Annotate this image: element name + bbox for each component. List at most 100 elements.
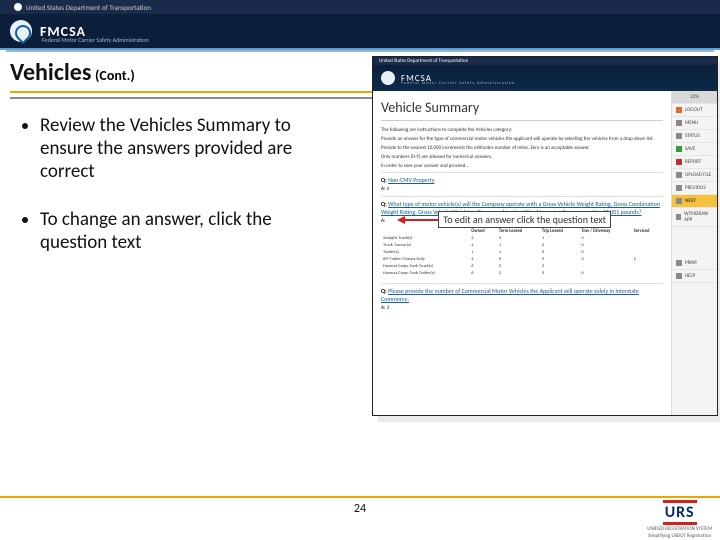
menu-button[interactable]: MENU <box>672 117 717 130</box>
withdraw-icon <box>676 214 681 220</box>
table-cell: 1 <box>540 235 580 242</box>
table-cell: 2 <box>469 256 497 263</box>
answer-value: 3 <box>387 305 390 311</box>
table-cell: 6 <box>469 270 497 277</box>
previous-button[interactable]: PREVIOUS <box>672 182 717 195</box>
label: WITHDRAW APP <box>684 211 713 223</box>
brand-header: FMCSA Federal Motor Carrier Safety Admin… <box>0 14 720 50</box>
answer-value: 6 <box>387 186 390 192</box>
logout-icon <box>676 107 682 113</box>
save-icon <box>676 146 682 152</box>
print-button[interactable]: PRINT <box>672 257 717 270</box>
save-button[interactable]: SAVE <box>672 143 717 156</box>
th: Owned <box>469 228 497 235</box>
table-row: Hazmat Cargo Tank Trailer(s)6230 <box>381 270 663 277</box>
q-label: Q: <box>381 200 387 208</box>
shot-main: Vehicle Summary The following are instru… <box>373 91 671 415</box>
label: SAVE <box>685 146 695 152</box>
table-cell: 0 <box>579 242 631 249</box>
table-cell: 1 <box>497 249 540 256</box>
urs-mark: URS <box>663 500 697 525</box>
help-button[interactable]: HELP <box>672 270 717 283</box>
shot-brand-sub: Federal Motor Carrier Safety Administrat… <box>401 81 515 86</box>
vs-p1: Provide an answer for the type of commer… <box>381 136 663 142</box>
logout-button[interactable]: LOGOUT <box>672 104 717 117</box>
q-label: Q: <box>381 176 387 184</box>
q-label: Q: <box>381 287 387 295</box>
table-cell: Hazmat Cargo Tank Trailer(s) <box>381 270 469 277</box>
table-cell: 5 <box>540 256 580 263</box>
table-cell: 0 <box>497 256 540 263</box>
table-cell: Truck Tractor(s) <box>381 242 469 249</box>
table-row: Truck Tractor(s)4100 <box>381 242 663 249</box>
table-cell: 0 <box>579 270 631 277</box>
th: Serviced <box>632 228 663 235</box>
help-icon <box>676 273 682 279</box>
screenshot-panel: United States Department of Transportati… <box>372 56 718 416</box>
answer-row: A: 3 <box>381 305 663 311</box>
shot-sidebar: 22% LOGOUT MENU STATUS SAVE REPORT UPLOA… <box>671 91 717 415</box>
table-cell: 0 <box>579 235 631 242</box>
vs-intro: The following are instructions to comple… <box>381 127 663 133</box>
table-cell: 5 <box>497 263 540 270</box>
urs-logo: URS UNIFIED REGISTRATION SYSTEM Simplify… <box>647 500 712 539</box>
a-label: A: <box>381 218 385 224</box>
label: HELP <box>685 273 695 279</box>
table-cell: Trailer(s) <box>381 249 469 256</box>
footer-rule <box>0 496 720 498</box>
answer-row: A: 6 <box>381 186 663 192</box>
vs-p3: Only numbers (0-9) are allowed for numer… <box>381 154 663 160</box>
gov-header-text: United States Department of Transportati… <box>26 3 151 12</box>
label: PREVIOUS <box>685 185 706 191</box>
upload-icon <box>676 172 682 178</box>
table-cell <box>632 263 663 270</box>
bullet-list: Review the Vehicles Summary to ensure th… <box>10 115 340 255</box>
vs-p4: In order to save your answer and proceed… <box>381 163 663 169</box>
page-title: Vehicles <box>10 58 91 87</box>
gov-header: United States Department of Transportati… <box>0 0 720 14</box>
next-button[interactable]: NEXT <box>672 195 717 208</box>
table-cell: 2 <box>540 263 580 270</box>
divider <box>381 120 663 121</box>
question-row: Q: Please provide the number of Commerci… <box>381 283 663 305</box>
table-cell: 0 <box>579 256 631 263</box>
label: REPORT <box>685 159 701 165</box>
menu-icon <box>676 120 682 126</box>
upload-button[interactable]: UPLOAD FILE <box>672 169 717 182</box>
progress-badge: 22% <box>672 91 717 104</box>
question-row: Q: Non-CMV Property <box>381 172 663 186</box>
vehicle-table: Owned Term Leased Trip Leased Tow / Driv… <box>381 228 663 277</box>
table-cell <box>632 235 663 242</box>
a-label: A: <box>381 305 385 311</box>
callout-box: To edit an answer click the question tex… <box>438 211 611 228</box>
table-cell: 0 <box>540 242 580 249</box>
vs-p2: Provide to the nearest 10,000 increments… <box>381 145 663 151</box>
fmcsa-logo-icon <box>10 20 32 42</box>
question-link[interactable]: Please provide the number of Commercial … <box>381 287 639 303</box>
table-cell: Hazmat Cargo Tank Truck(s) <box>381 263 469 270</box>
vs-title: Vehicle Summary <box>381 99 663 116</box>
gov-seal-icon <box>14 3 22 11</box>
table-cell: 4 <box>469 242 497 249</box>
label: MENU <box>685 120 698 126</box>
th: Trip Leased <box>540 228 580 235</box>
table-cell: 3 <box>540 270 580 277</box>
report-button[interactable]: REPORT <box>672 156 717 169</box>
label: PRINT <box>685 260 697 266</box>
table-cell: 2 <box>469 235 497 242</box>
table-row: IEP Trailer Chassis Only20502 <box>381 256 663 263</box>
table-cell <box>632 249 663 256</box>
table-cell: IEP Trailer Chassis Only <box>381 256 469 263</box>
question-link[interactable]: Non-CMV Property <box>388 176 434 184</box>
th: Term Leased <box>497 228 540 235</box>
th <box>381 228 469 235</box>
table-cell <box>632 242 663 249</box>
label: LOGOUT <box>685 107 702 113</box>
status-button[interactable]: STATUS <box>672 130 717 143</box>
label: STATUS <box>685 133 700 139</box>
table-row: Straight Truck(s)2310 <box>381 235 663 242</box>
withdraw-button[interactable]: WITHDRAW APP <box>672 208 717 227</box>
shot-logo-icon <box>381 71 395 85</box>
table-cell: 6 <box>469 263 497 270</box>
shot-brand-bar: FMCSA Federal Motor Carrier Safety Admin… <box>373 65 717 91</box>
